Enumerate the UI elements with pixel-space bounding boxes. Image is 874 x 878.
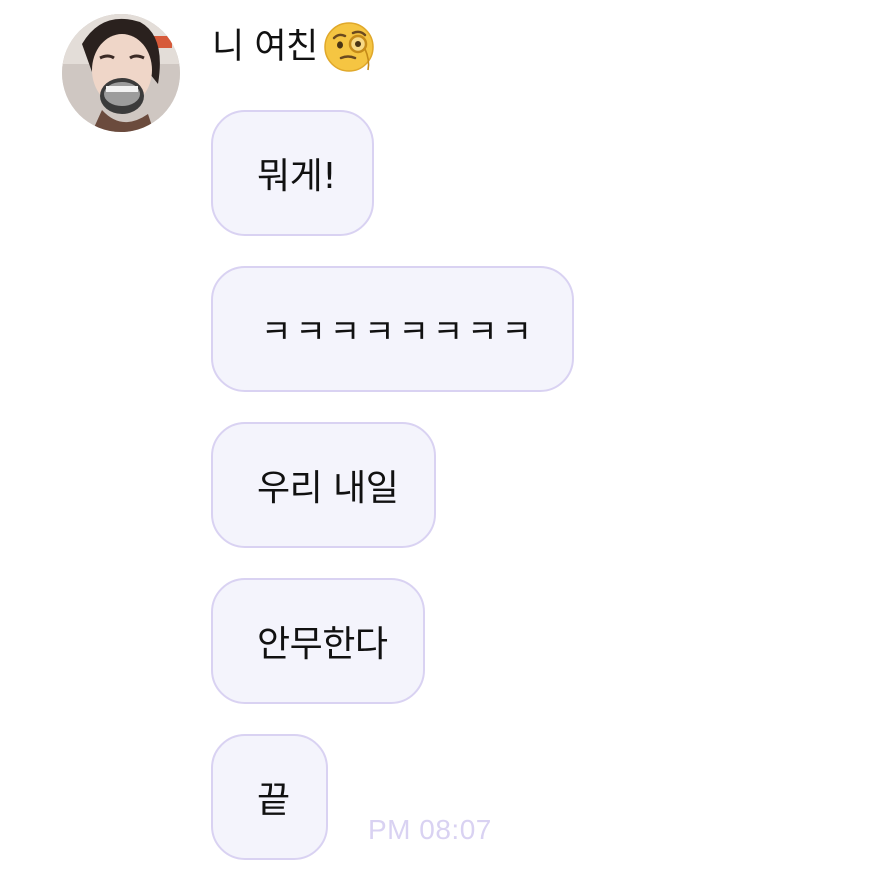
message-text: 우리 내일 — [257, 468, 399, 509]
avatar-photo — [62, 14, 180, 132]
message-bubble[interactable]: 뭐게! — [211, 110, 375, 236]
sender-name: 니 여친 — [212, 27, 318, 67]
message-bubble[interactable]: 안무한다 — [211, 578, 426, 704]
sender-header: 니 여친 — [212, 20, 376, 74]
message-text: 안무한다 — [257, 624, 388, 665]
message-timestamp: PM 08:07 — [368, 814, 492, 845]
message-bubble[interactable]: 우리 내일 — [211, 422, 437, 548]
message-bubble[interactable]: ㅋㅋㅋㅋㅋㅋㅋㅋ — [211, 266, 574, 392]
message-text: 뭐게! — [257, 156, 337, 197]
message-text: 끝 — [257, 780, 290, 821]
chat-message-group: 니 여친 뭐게! ㅋㅋㅋㅋㅋㅋㅋㅋ 우리 내일 안무한다 끝 PM 08:07 — [0, 0, 874, 878]
face-with-monocle-icon — [322, 20, 376, 74]
avatar[interactable] — [62, 14, 180, 132]
message-text: ㅋㅋㅋㅋㅋㅋㅋㅋ — [261, 312, 536, 351]
message-bubble[interactable]: 끝 — [211, 734, 328, 860]
